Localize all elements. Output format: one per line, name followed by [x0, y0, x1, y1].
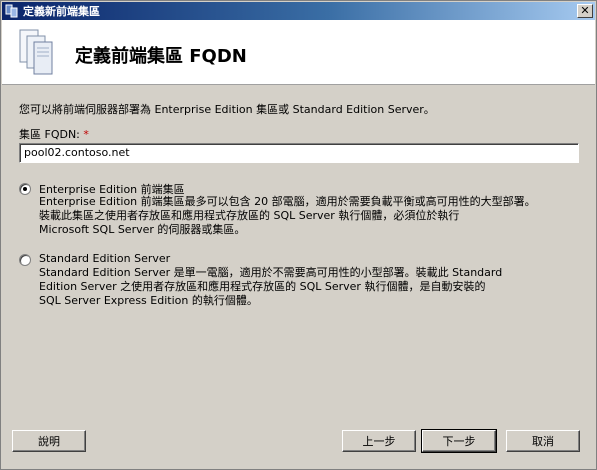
standard-title[interactable]: Standard Edition Server: [39, 252, 170, 265]
server-pool-icon: [18, 28, 54, 76]
next-button[interactable]: 下一步: [421, 429, 497, 453]
page-title: 定義前端集區 FQDN: [75, 46, 247, 67]
standard-description: Standard Edition Server 是單一電腦，適用於不需要高可用性…: [39, 266, 502, 308]
enterprise-radio[interactable]: [19, 183, 31, 195]
wizard-header: 定義前端集區 FQDN: [2, 20, 595, 85]
fqdn-label-text: 集區 FQDN:: [19, 128, 80, 141]
title-bar[interactable]: 定義新前端集區 ✕: [2, 2, 595, 20]
fqdn-label: 集區 FQDN: *: [19, 126, 89, 142]
intro-text: 您可以將前端伺服器部署為 Enterprise Edition 集區或 Stan…: [19, 103, 435, 116]
close-button[interactable]: ✕: [577, 4, 593, 18]
description-line: SQL Server Express Edition 的執行個體。: [39, 294, 258, 307]
description-line: Microsoft SQL Server 的伺服器或集區。: [39, 223, 246, 236]
cancel-button[interactable]: 取消: [506, 430, 580, 452]
description-line: Edition Server 之使用者存放區和應用程式存放區的 SQL Serv…: [39, 280, 486, 293]
description-line: Enterprise Edition 前端集區最多可以包含 20 部電腦，適用於…: [39, 195, 536, 208]
fqdn-input[interactable]: pool02.contoso.net: [19, 143, 579, 163]
back-button[interactable]: 上一步: [342, 430, 416, 452]
window-title: 定義新前端集區: [23, 5, 100, 18]
help-button[interactable]: 說明: [12, 430, 86, 452]
description-line: Standard Edition Server 是單一電腦，適用於不需要高可用性…: [39, 266, 503, 279]
standard-radio[interactable]: [19, 254, 31, 266]
description-line: 裝載此集區之使用者存放區和應用程式存放區的 SQL Server 執行個體，必須…: [39, 209, 460, 222]
app-icon: [5, 4, 19, 18]
required-marker: *: [83, 128, 89, 141]
wizard-window: 定義新前端集區 ✕ 定義前端集區 FQDN 您可以將前端伺服器部署為 Enter…: [0, 0, 597, 470]
enterprise-description: Enterprise Edition 前端集區最多可以包含 20 部電腦，適用於…: [39, 195, 536, 237]
